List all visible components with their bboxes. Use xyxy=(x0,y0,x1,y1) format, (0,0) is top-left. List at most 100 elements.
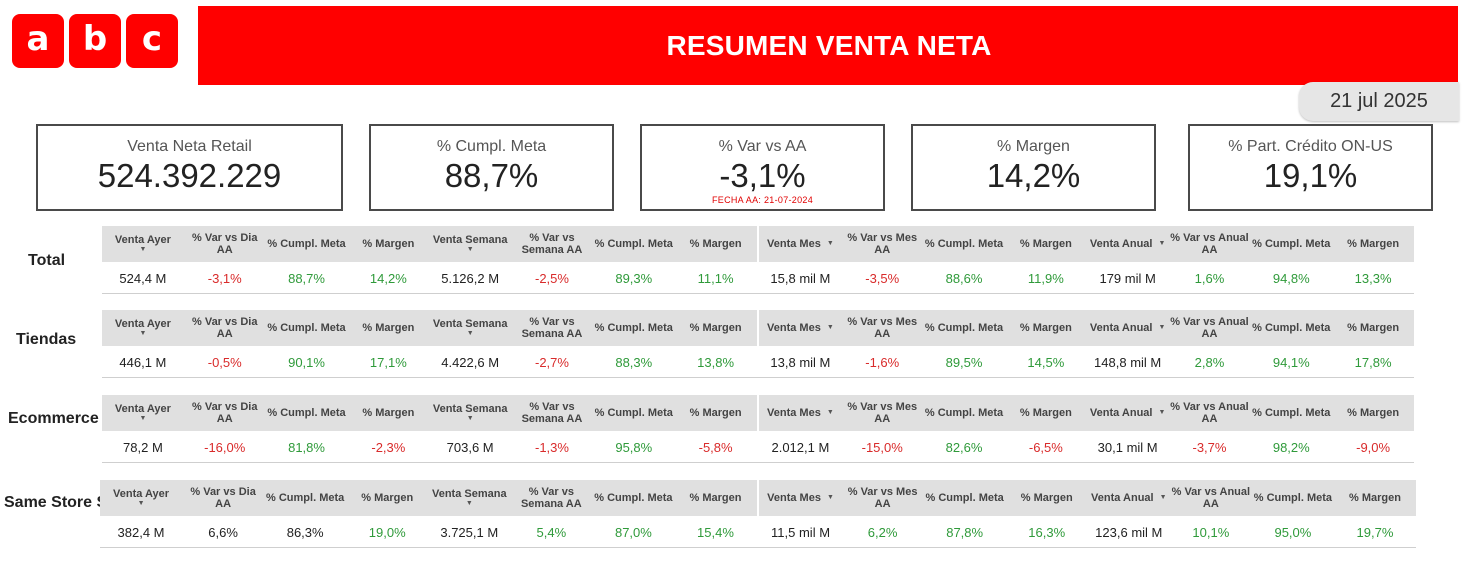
logo-letter-a: a xyxy=(12,14,64,68)
sort-caret-icon[interactable]: ▼ xyxy=(139,246,146,254)
column-header: % Var vs Dia AA xyxy=(184,395,266,431)
column-header[interactable]: Venta Mes ▼ xyxy=(760,395,842,431)
column-header-label: % Var vs Anual AA xyxy=(1170,316,1249,340)
table-cell: 11,9% xyxy=(1027,270,1064,286)
sort-caret-icon[interactable]: ▼ xyxy=(827,240,834,248)
column-header[interactable]: Venta Mes ▼ xyxy=(760,310,842,346)
column-header: % Margen xyxy=(347,310,429,346)
column-header-label: % Var vs Anual AA xyxy=(1170,401,1249,425)
column-header[interactable]: Venta Ayer ▼ xyxy=(102,395,184,431)
column-header[interactable]: Venta Ayer ▼ xyxy=(102,226,184,262)
column-header-label: Venta Semana xyxy=(432,234,508,246)
table-cell: 2,8% xyxy=(1194,354,1225,370)
column-header[interactable]: Venta Semana ▼ xyxy=(429,310,511,346)
summary-table: Venta Ayer ▼% Var vs Dia AA% Cumpl. Meta%… xyxy=(102,310,1414,380)
date-filter[interactable]: 21 jul 2025 xyxy=(1299,82,1459,121)
table-cell: -3,5% xyxy=(865,270,900,286)
table-cell: 94,1% xyxy=(1272,354,1310,370)
column-header-label: Venta Anual xyxy=(1089,407,1153,419)
column-header-label: % Margen xyxy=(1347,238,1400,250)
column-header: % Margen xyxy=(1332,395,1414,431)
column-header[interactable]: Venta Semana ▼ xyxy=(429,226,511,262)
table-cell: 703,6 M xyxy=(446,439,494,455)
table-cell: 6,6% xyxy=(208,524,238,540)
table-row: 382,4 M 6,6% 86,3% 19,0% 3.725,1 M 5,4% 87,0% 1… xyxy=(100,516,1416,548)
column-header: % Cumpl. Meta xyxy=(266,310,348,346)
column-header[interactable]: Venta Anual ▼ xyxy=(1087,395,1169,431)
table-row: 78,2 M -16,0% 81,8% -2,3% 703,6 M -1,3% 95,8% -… xyxy=(102,431,1414,463)
column-header[interactable]: Venta Semana ▼ xyxy=(428,480,510,516)
table-cell: -2,7% xyxy=(534,354,569,370)
column-header: % Margen xyxy=(1005,310,1087,346)
table-cell: -1,6% xyxy=(865,354,900,370)
table-cell: 11,5 mil M xyxy=(771,524,831,540)
sort-caret-icon[interactable]: ▼ xyxy=(467,330,474,338)
table-cell: 86,3% xyxy=(286,524,324,540)
sort-caret-icon[interactable]: ▼ xyxy=(827,324,834,332)
column-header-label: % Var vs Mes AA xyxy=(847,232,918,256)
column-header-label: Venta Anual xyxy=(1089,238,1153,250)
column-header-label: % Var vs Dia AA xyxy=(192,232,258,256)
sort-caret-icon[interactable]: ▼ xyxy=(139,330,146,338)
sort-caret-icon[interactable]: ▼ xyxy=(467,246,474,254)
column-header-label: % Cumpl. Meta xyxy=(924,238,1004,250)
header-divider xyxy=(756,226,759,262)
column-header[interactable]: Venta Semana ▼ xyxy=(429,395,511,431)
column-header: % Var vs Dia AA xyxy=(184,226,266,262)
column-header: % Var vs Mes AA xyxy=(841,395,923,431)
table-cell: 4.422,6 M xyxy=(441,354,500,370)
column-header[interactable]: Venta Ayer ▼ xyxy=(102,310,184,346)
table-cell: 81,8% xyxy=(288,439,325,455)
column-header: % Margen xyxy=(347,395,429,431)
table-cell: 95,0% xyxy=(1274,524,1312,540)
kpi-label: % Cumpl. Meta xyxy=(436,138,547,155)
column-header: % Cumpl. Meta xyxy=(593,310,675,346)
sort-caret-icon[interactable]: ▼ xyxy=(1160,494,1167,502)
sort-caret-icon[interactable]: ▼ xyxy=(827,494,834,502)
table-header-row: Venta Ayer ▼ % Var vs Dia AA % Cumpl. Meta%… xyxy=(102,226,1414,262)
table-cell: 123,6 mil M xyxy=(1095,524,1163,540)
column-header[interactable]: Venta Mes ▼ xyxy=(760,480,842,516)
table-cell: 14,2% xyxy=(369,270,407,286)
column-header[interactable]: Venta Anual ▼ xyxy=(1087,226,1169,262)
table-cell: -15,0% xyxy=(861,439,903,455)
table-cell: -2,3% xyxy=(371,439,406,455)
sort-caret-icon[interactable]: ▼ xyxy=(466,500,473,508)
column-header: % Margen xyxy=(1332,310,1414,346)
table-cell: 6,2% xyxy=(867,524,898,540)
section-label-total: Total xyxy=(28,252,66,269)
column-header[interactable]: Venta Anual ▼ xyxy=(1087,310,1169,346)
column-header-label: % Var vs Dia AA xyxy=(190,486,256,510)
column-header-label: Venta Ayer xyxy=(114,403,171,415)
sort-caret-icon[interactable]: ▼ xyxy=(138,500,145,508)
table-cell: 13,8 mil M xyxy=(770,354,831,370)
sort-caret-icon[interactable]: ▼ xyxy=(139,415,146,423)
column-header-label: % Cumpl. Meta xyxy=(1252,238,1331,250)
column-header: % Margen xyxy=(1006,480,1088,516)
column-header: % Var vs Mes AA xyxy=(841,310,923,346)
logo-letter-b: b xyxy=(69,14,121,68)
table-cell: 17,1% xyxy=(369,354,407,370)
column-header-label: Venta Semana xyxy=(432,318,508,330)
column-header: % Cumpl. Meta xyxy=(593,395,675,431)
column-header[interactable]: Venta Ayer ▼ xyxy=(100,480,182,516)
header-divider xyxy=(756,395,759,431)
column-header[interactable]: Venta Mes ▼ xyxy=(760,226,842,262)
column-header: % Margen xyxy=(675,395,757,431)
sort-caret-icon[interactable]: ▼ xyxy=(467,415,474,423)
kpi-value: 14,2% xyxy=(986,157,1081,194)
column-header: % Cumpl. Meta xyxy=(266,395,348,431)
sort-caret-icon[interactable]: ▼ xyxy=(1158,324,1165,332)
column-header-label: Venta Mes xyxy=(767,407,821,419)
column-header-label: % Margen xyxy=(1348,492,1401,504)
sort-caret-icon[interactable]: ▼ xyxy=(827,409,834,417)
table-row: 446,1 M -0,5% 90,1% 17,1% 4.422,6 M -2,7% 88,3… xyxy=(102,346,1414,378)
table-cell: -2,5% xyxy=(534,270,569,286)
kpi-label: % Part. Crédito ON-US xyxy=(1228,138,1393,155)
column-header-label: % Cumpl. Meta xyxy=(266,492,345,504)
table-row: 524,4 M -3,1% 88,7% 14,2% 5.126,2 M -2,5% 89,3… xyxy=(102,262,1414,294)
sort-caret-icon[interactable]: ▼ xyxy=(1158,409,1165,417)
column-header[interactable]: Venta Anual ▼ xyxy=(1088,480,1170,516)
column-header-label: % Cumpl. Meta xyxy=(924,322,1004,334)
sort-caret-icon[interactable]: ▼ xyxy=(1158,240,1165,248)
